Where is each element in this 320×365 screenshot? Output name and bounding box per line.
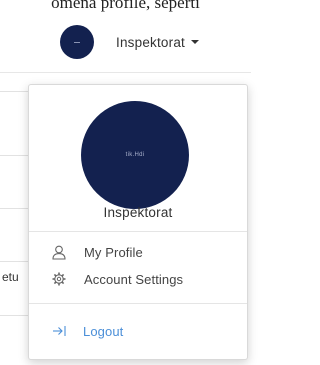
my-profile-label: My Profile	[84, 244, 143, 260]
navbar-user-name: Inspektorat	[116, 34, 185, 50]
background-table-fragment	[0, 72, 30, 365]
dropdown-user-name: Inspektorat	[103, 205, 173, 220]
gear-icon	[51, 271, 67, 287]
account-settings-menu-item[interactable]: Account Settings	[29, 267, 247, 291]
divider	[29, 231, 247, 232]
dropdown-avatar: tik.Hdi	[81, 101, 189, 209]
navbar-avatar	[60, 25, 94, 59]
background-table-text: etu	[2, 270, 19, 284]
sign-out-icon	[51, 323, 67, 339]
logout-menu-item[interactable]: Logout	[29, 319, 247, 343]
user-icon	[51, 244, 67, 260]
background-text-fragment: omena profile, seperti	[51, 0, 200, 12]
avatar-text: tik.Hdi	[125, 152, 145, 158]
account-settings-label: Account Settings	[84, 271, 184, 287]
caret-down-icon	[191, 40, 199, 44]
my-profile-menu-item[interactable]: My Profile	[29, 240, 247, 264]
top-navbar: Inspektorat	[0, 12, 251, 73]
user-dropdown-menu: tik.Hdi Inspektorat My Profile Account S…	[28, 84, 248, 360]
logout-label: Logout	[83, 323, 124, 339]
divider	[29, 303, 247, 304]
user-menu-toggle[interactable]: Inspektorat	[60, 24, 199, 60]
